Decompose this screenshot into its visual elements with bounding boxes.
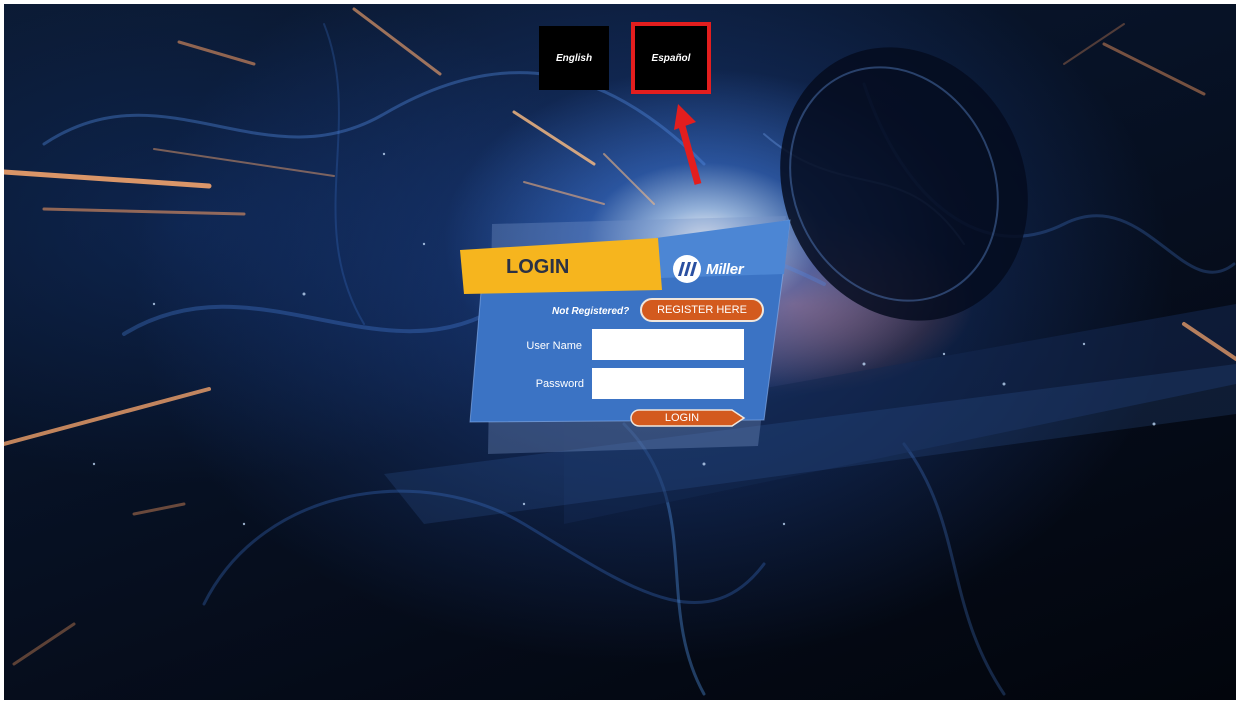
login-title: LOGIN	[506, 256, 570, 278]
not-registered-text: Not Registered?	[552, 306, 630, 317]
miller-logo-icon	[673, 255, 701, 283]
language-spanish-button[interactable]: Español	[631, 22, 711, 94]
login-button[interactable]: LOGIN	[630, 409, 746, 427]
language-english-label: English	[555, 52, 593, 64]
register-here-label: REGISTER HERE	[657, 304, 747, 316]
password-field[interactable]	[592, 368, 744, 399]
username-field[interactable]	[592, 329, 744, 360]
brand-name: Miller	[706, 260, 744, 278]
login-panel: LOGIN Miller Not Registered? REGISTER HE…	[456, 214, 796, 464]
red-arrow-annotation	[674, 104, 702, 185]
register-here-button[interactable]: REGISTER HERE	[640, 298, 764, 322]
language-english-button[interactable]: English	[539, 26, 609, 90]
miller-logo: Miller	[670, 254, 744, 284]
username-label: User Name	[526, 340, 582, 352]
login-button-label: LOGIN	[664, 412, 700, 424]
language-spanish-label: Español	[651, 52, 691, 64]
password-label: Password	[535, 378, 584, 390]
